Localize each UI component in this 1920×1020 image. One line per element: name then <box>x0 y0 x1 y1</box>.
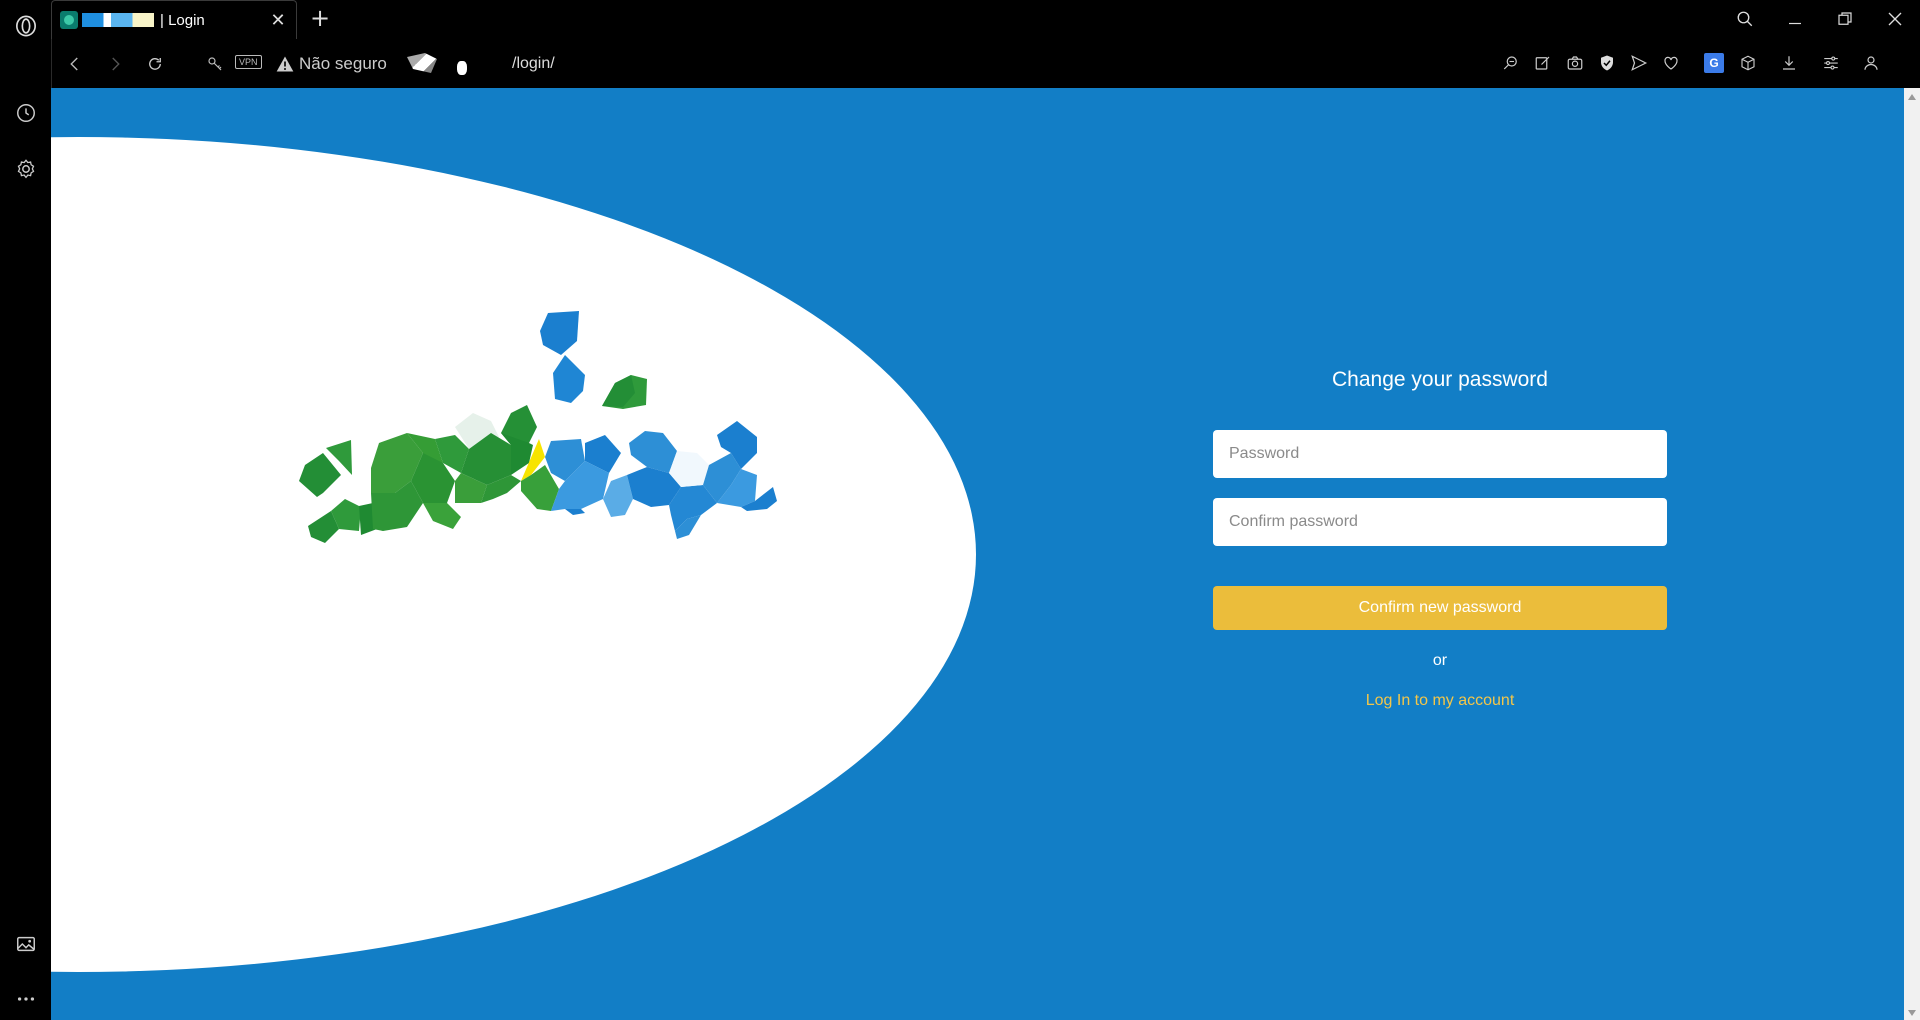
url-text[interactable]: /login/ <box>512 55 555 73</box>
search-tabs-icon[interactable] <box>1731 6 1759 32</box>
download-icon[interactable] <box>1778 52 1800 74</box>
login-page: Change your password Confirm new passwor… <box>51 88 1904 1020</box>
forward-button[interactable] <box>102 51 128 77</box>
region-map-logo <box>299 311 777 543</box>
edit-icon[interactable] <box>1532 52 1554 74</box>
tab-strip: | Login ✕ + <box>51 0 1920 39</box>
or-separator: or <box>1432 652 1448 669</box>
heart-icon[interactable] <box>1660 52 1682 74</box>
translate-glyph: G <box>1704 53 1724 73</box>
translate-icon[interactable]: G <box>1703 52 1725 74</box>
scroll-up-arrow-icon[interactable] <box>1908 92 1916 100</box>
close-tab-icon[interactable]: ✕ <box>268 10 288 30</box>
address-bar: VPN Não seguro /login/ G <box>51 39 1920 88</box>
profile-icon[interactable] <box>1860 52 1882 74</box>
history-icon[interactable] <box>12 99 39 126</box>
new-tab-button[interactable]: + <box>306 4 334 32</box>
tab-login[interactable]: | Login ✕ <box>51 0 297 39</box>
gallery-icon[interactable] <box>12 930 39 957</box>
reload-button[interactable] <box>142 51 168 77</box>
warning-icon <box>276 56 294 72</box>
opera-logo-icon[interactable] <box>12 12 39 39</box>
security-label[interactable]: Não seguro <box>299 54 387 74</box>
send-icon[interactable] <box>1628 52 1650 74</box>
tab-title: | Login <box>160 11 205 29</box>
confirm-new-password-button[interactable]: Confirm new password <box>1213 586 1667 630</box>
browser-sidebar <box>0 0 51 1020</box>
scroll-down-arrow-icon[interactable] <box>1908 1010 1916 1016</box>
vpn-badge[interactable]: VPN <box>235 55 262 69</box>
redacted-host-fragment <box>457 61 467 75</box>
password-input[interactable] <box>1213 430 1667 478</box>
settings-icon[interactable] <box>12 155 39 182</box>
more-icon[interactable] <box>12 985 39 1012</box>
change-password-form: Change your password Confirm new passwor… <box>1213 368 1667 710</box>
cube-icon[interactable] <box>1737 52 1759 74</box>
camera-icon[interactable] <box>1564 52 1586 74</box>
close-window-icon[interactable] <box>1881 6 1909 32</box>
restore-icon[interactable] <box>1831 6 1859 32</box>
vertical-scrollbar[interactable] <box>1904 88 1920 1020</box>
key-icon[interactable] <box>202 51 228 77</box>
form-title: Change your password <box>1332 368 1548 391</box>
login-link[interactable]: Log In to my account <box>1213 692 1667 710</box>
minimize-icon[interactable] <box>1781 6 1809 32</box>
back-button[interactable] <box>62 51 88 77</box>
zoom-icon[interactable] <box>1500 52 1522 74</box>
site-favicon-icon <box>60 11 78 29</box>
easy-setup-icon[interactable] <box>1820 52 1842 74</box>
redacted-tab-title <box>82 13 154 27</box>
shield-icon[interactable] <box>1596 52 1618 74</box>
redacted-host <box>407 53 437 73</box>
confirm-password-input[interactable] <box>1213 498 1667 546</box>
